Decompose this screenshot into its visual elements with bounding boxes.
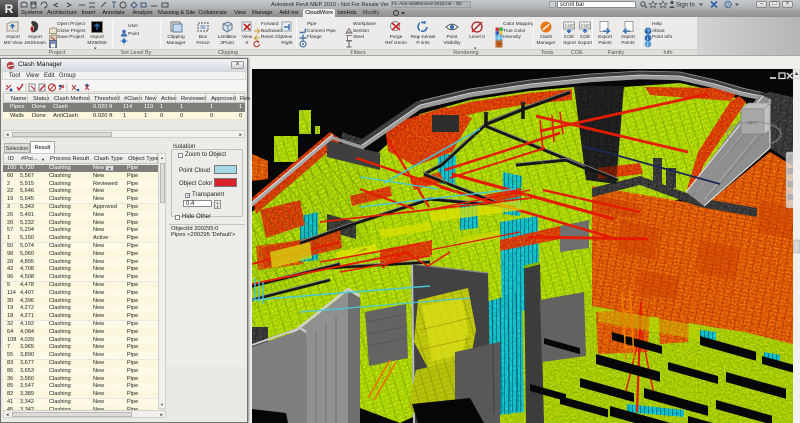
svg-text:COE: COE — [565, 24, 575, 29]
svg-text:Sign In: Sign In — [676, 3, 695, 9]
svg-text:COE: COE — [581, 24, 591, 29]
svg-text:i: i — [647, 42, 648, 48]
svg-text:?: ? — [726, 3, 729, 9]
